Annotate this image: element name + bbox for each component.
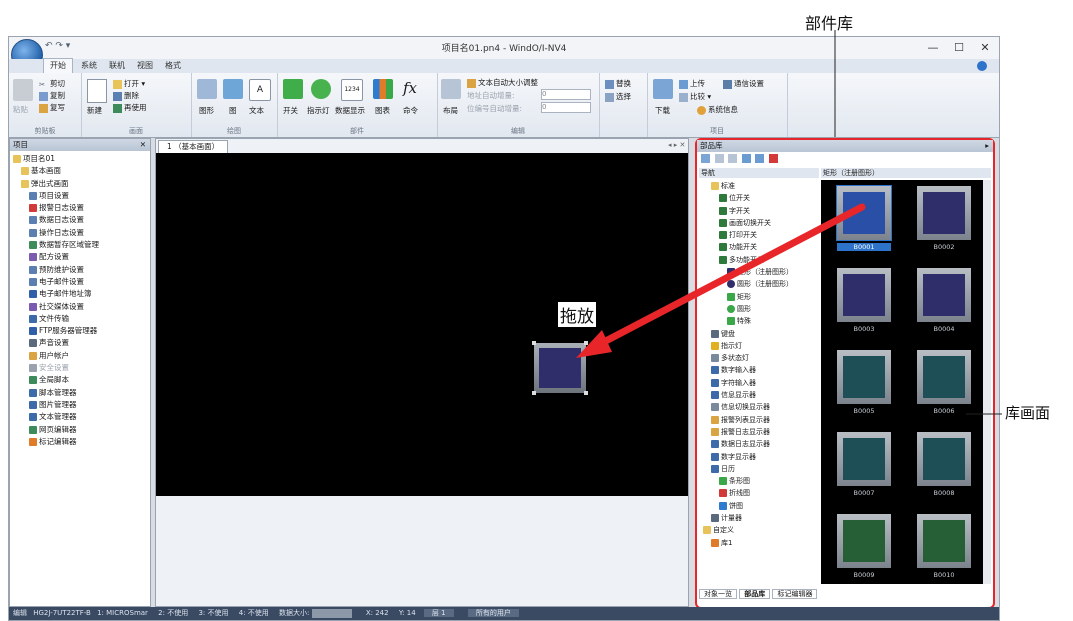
drag-arrow-head xyxy=(576,330,612,358)
drag-arrow-shaft xyxy=(596,203,866,348)
annotation-overlay xyxy=(576,30,1002,415)
